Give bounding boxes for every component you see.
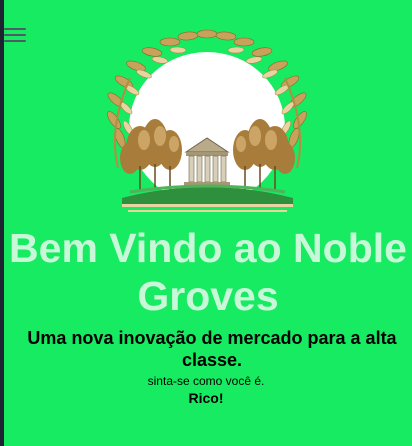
tagline: sinta-se como você é.	[147, 374, 265, 388]
page-title: Bem Vindo ao Noble Groves	[9, 225, 407, 319]
hamburger-menu-icon[interactable]	[4, 26, 28, 46]
tagline-strong: Rico!	[188, 390, 224, 406]
page-subtitle: Uma nova inovação de mercado para a alta…	[27, 328, 397, 370]
menu-line	[4, 28, 26, 30]
menu-line	[4, 34, 26, 36]
noble-groves-logo	[100, 28, 315, 216]
laurel-temple-logo-icon	[107, 29, 307, 212]
menu-line	[4, 40, 26, 42]
